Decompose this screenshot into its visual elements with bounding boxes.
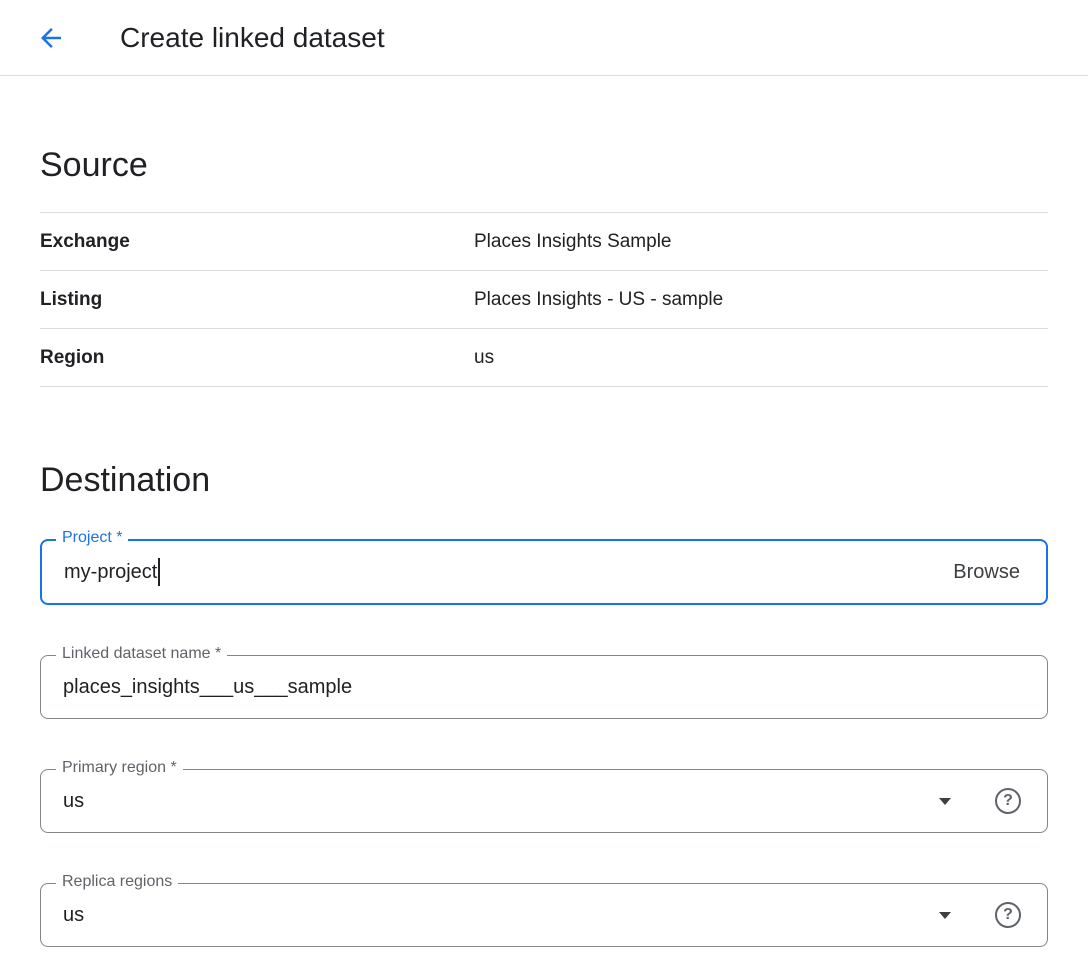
- back-button[interactable]: [34, 21, 68, 55]
- main-content: Source Exchange Places Insights Sample L…: [0, 144, 1088, 947]
- table-row-exchange: Exchange Places Insights Sample: [40, 213, 1048, 271]
- page-header: Create linked dataset: [0, 0, 1088, 76]
- caret-down-icon: [939, 798, 951, 805]
- listing-label: Listing: [40, 289, 474, 311]
- primary-region-select[interactable]: us ?: [40, 769, 1048, 833]
- help-icon[interactable]: ?: [995, 902, 1021, 928]
- replica-regions-value: us: [63, 904, 84, 927]
- primary-region-label: Primary region *: [56, 758, 183, 778]
- project-field: Project * my-project Browse: [40, 539, 1048, 605]
- primary-region-field: Primary region * us ?: [40, 769, 1048, 833]
- replica-regions-label: Replica regions: [56, 872, 178, 892]
- exchange-value: Places Insights Sample: [474, 231, 672, 253]
- listing-value: Places Insights - US - sample: [474, 289, 723, 311]
- project-input[interactable]: my-project Browse: [40, 539, 1048, 605]
- caret-down-icon: [939, 912, 951, 919]
- replica-regions-field: Replica regions us ?: [40, 883, 1048, 947]
- region-label: Region: [40, 347, 474, 369]
- linked-dataset-name-field: Linked dataset name * places_insights___…: [40, 655, 1048, 719]
- table-row-region: Region us: [40, 329, 1048, 387]
- linked-dataset-name-value: places_insights___us___sample: [63, 676, 352, 699]
- linked-dataset-name-input[interactable]: places_insights___us___sample: [40, 655, 1048, 719]
- source-section-heading: Source: [40, 144, 1048, 186]
- region-value: us: [474, 347, 494, 369]
- help-icon[interactable]: ?: [995, 788, 1021, 814]
- linked-dataset-name-label: Linked dataset name *: [56, 644, 227, 664]
- create-linked-dataset-page: Create linked dataset Source Exchange Pl…: [0, 0, 1088, 976]
- arrow-back-icon: [36, 23, 66, 53]
- replica-regions-select[interactable]: us ?: [40, 883, 1048, 947]
- browse-button[interactable]: Browse: [953, 561, 1020, 584]
- exchange-label: Exchange: [40, 231, 474, 253]
- destination-section-heading: Destination: [40, 459, 1048, 501]
- table-row-listing: Listing Places Insights - US - sample: [40, 271, 1048, 329]
- source-info-table: Exchange Places Insights Sample Listing …: [40, 212, 1048, 387]
- project-input-value: my-project: [64, 561, 157, 584]
- project-field-label: Project *: [56, 528, 128, 548]
- page-title: Create linked dataset: [120, 22, 385, 54]
- primary-region-value: us: [63, 790, 84, 813]
- text-cursor: [158, 558, 160, 586]
